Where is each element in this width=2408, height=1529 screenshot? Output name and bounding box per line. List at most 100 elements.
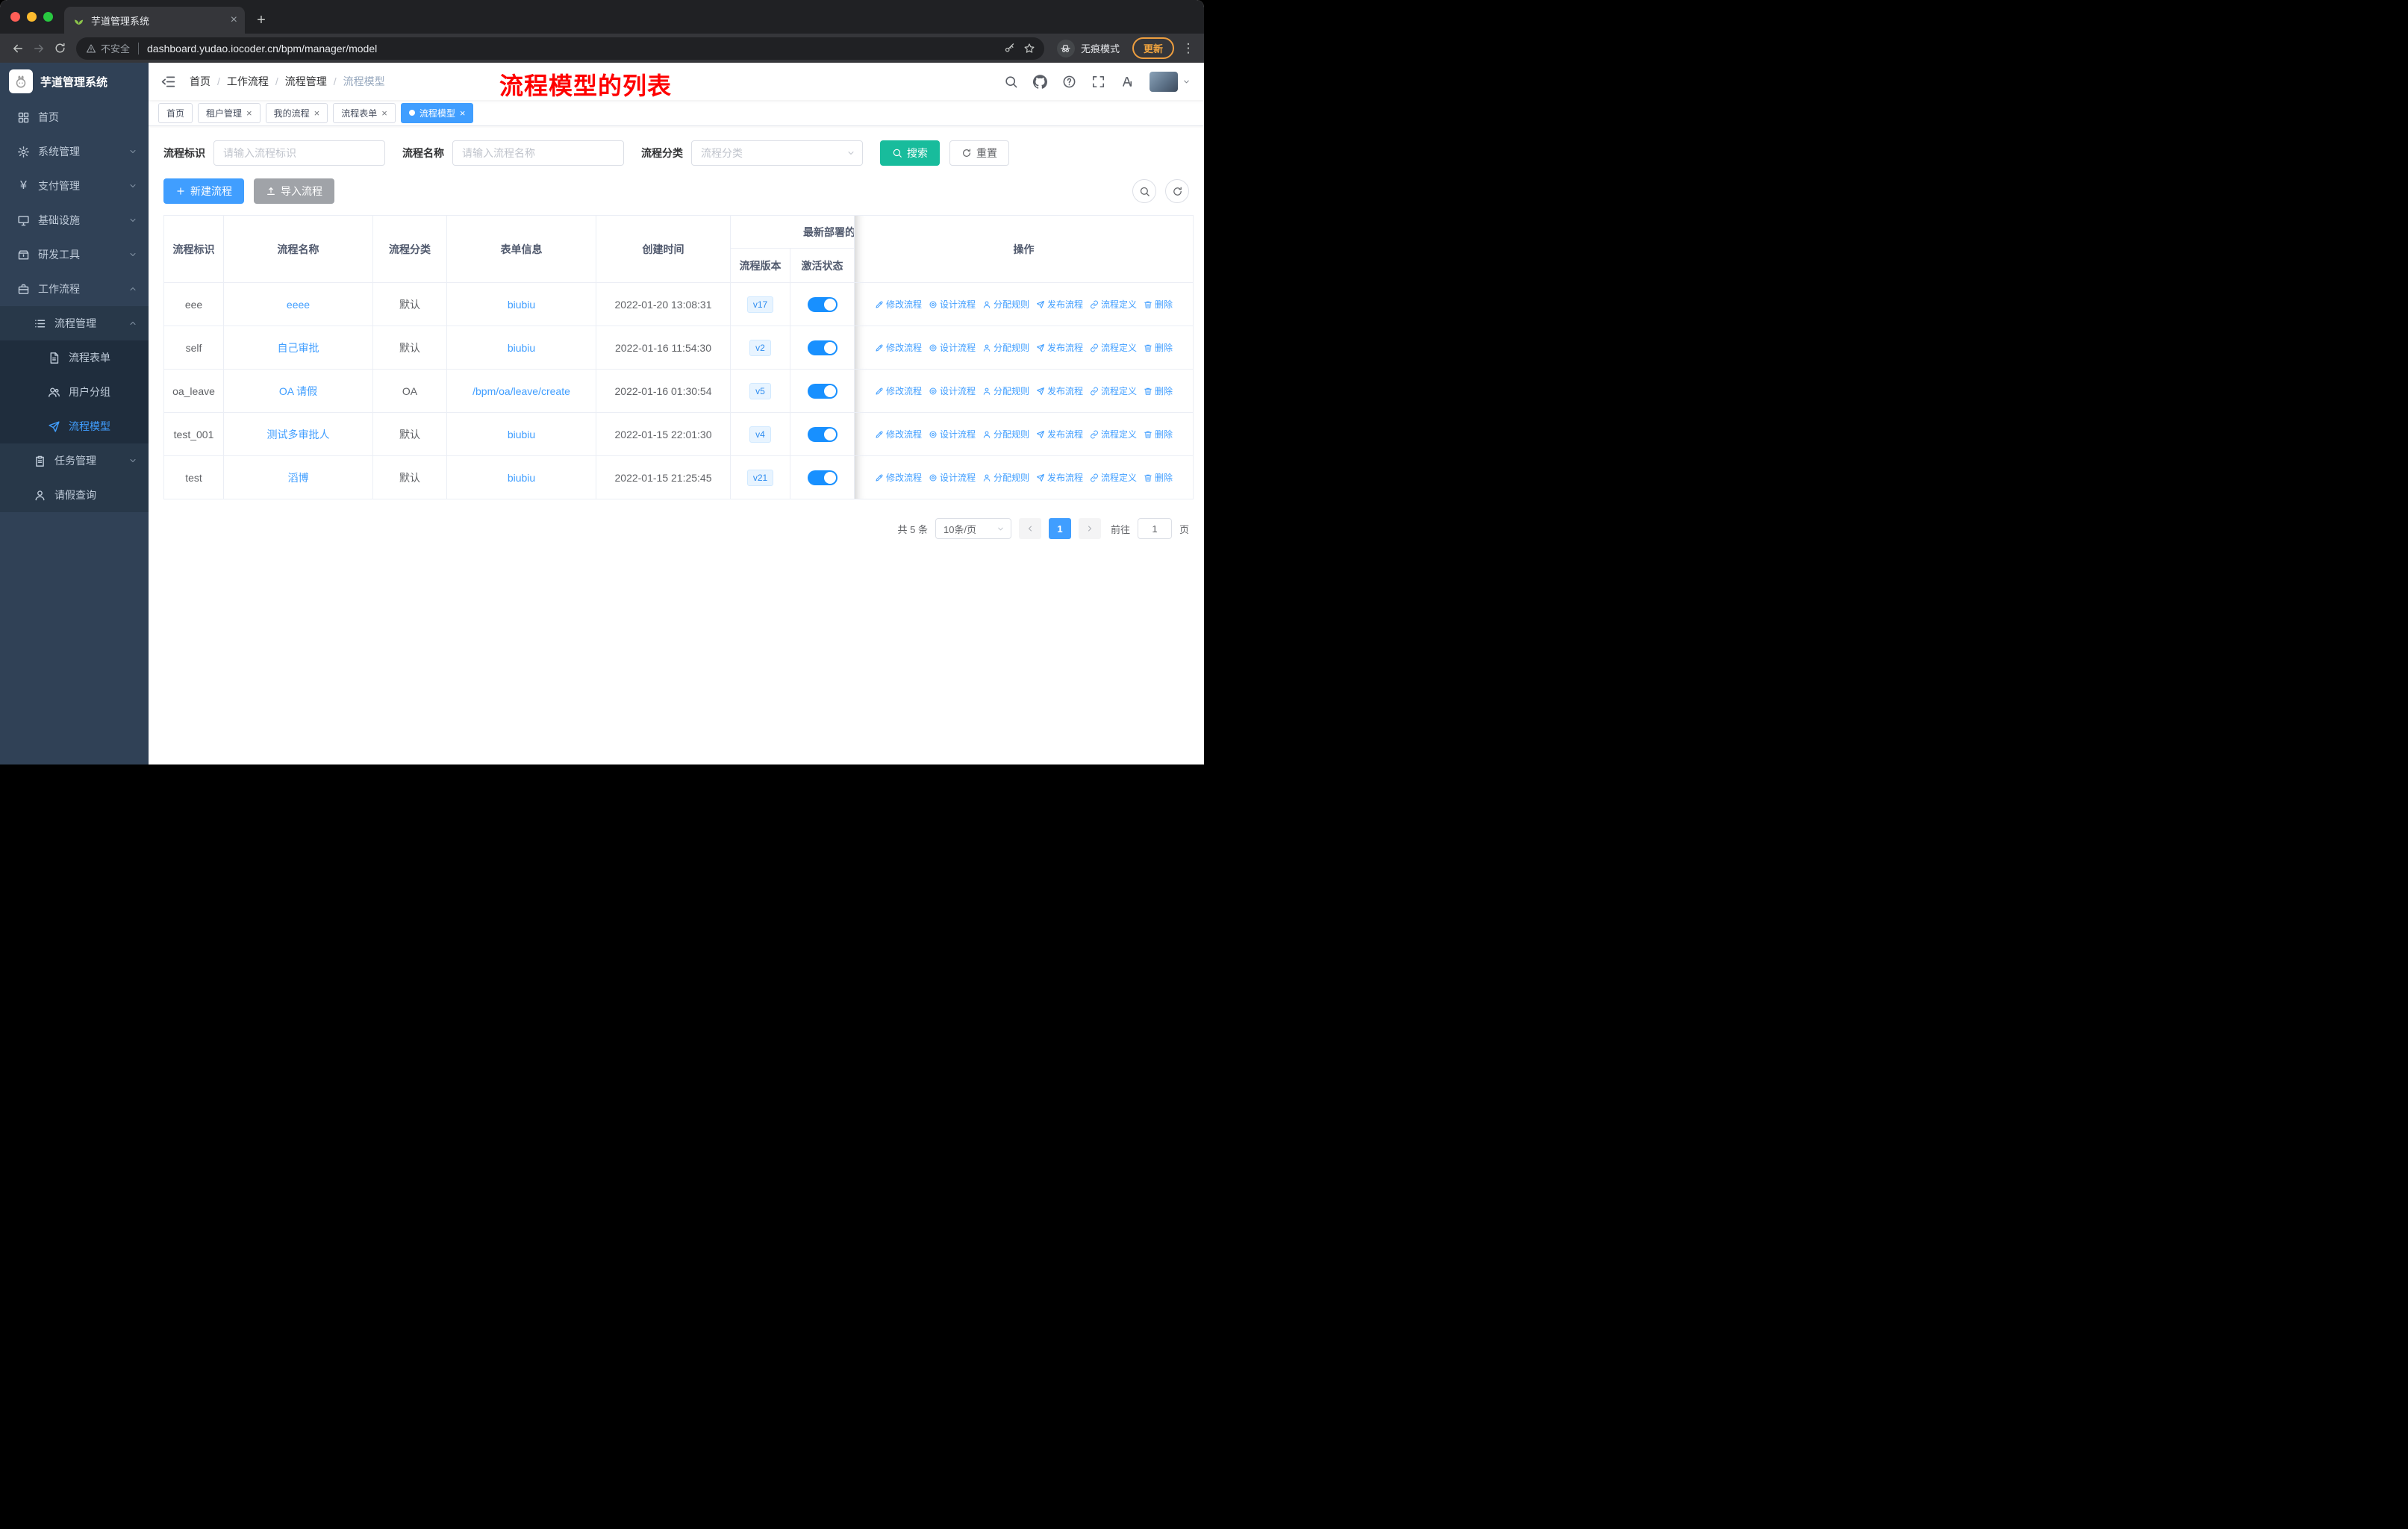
tab-close-icon[interactable]: × — [231, 14, 237, 26]
bookmark-star-icon[interactable] — [1020, 38, 1040, 58]
tag-my-process[interactable]: 我的流程 × — [265, 102, 328, 123]
tag-home[interactable]: 首页 — [158, 102, 193, 123]
new-tab-button[interactable]: + — [251, 10, 272, 31]
modify-process-link[interactable]: 修改流程 — [875, 384, 922, 397]
breadcrumb-item[interactable]: 工作流程 — [227, 74, 269, 89]
key-icon[interactable] — [999, 38, 1020, 58]
sidebar-item-task-mgmt[interactable]: 任务管理 — [0, 443, 149, 478]
prev-page-button[interactable] — [1018, 518, 1041, 539]
form-info-link[interactable]: biubiu — [508, 472, 535, 484]
page-size-select[interactable]: 10条/页 — [935, 518, 1011, 539]
sidebar-item-user-group[interactable]: 用户分组 — [0, 375, 149, 409]
back-button[interactable] — [7, 38, 28, 59]
version-badge[interactable]: v5 — [749, 382, 771, 399]
import-process-button[interactable]: 导入流程 — [254, 178, 334, 204]
active-toggle[interactable] — [807, 470, 838, 485]
process-name-link[interactable]: 自己审批 — [278, 342, 319, 354]
browser-tab[interactable]: 芋道管理系统 × — [64, 7, 245, 34]
modify-process-link[interactable]: 修改流程 — [875, 298, 922, 311]
process-name-link[interactable]: OA 请假 — [279, 385, 317, 397]
breadcrumb-item[interactable]: 流程管理 — [285, 74, 327, 89]
version-badge[interactable]: v2 — [749, 339, 771, 356]
process-id-input[interactable] — [213, 140, 385, 166]
process-definition-link[interactable]: 流程定义 — [1090, 471, 1137, 484]
incognito-badge[interactable]: 无痕模式 — [1056, 39, 1120, 57]
sidebar-item-process-form[interactable]: 流程表单 — [0, 340, 149, 375]
publish-process-link[interactable]: 发布流程 — [1036, 471, 1083, 484]
sidebar-item-leave-query[interactable]: 请假查询 — [0, 478, 149, 512]
category-select[interactable]: 流程分类 — [691, 140, 863, 166]
form-info-link[interactable]: biubiu — [508, 299, 535, 311]
process-definition-link[interactable]: 流程定义 — [1090, 384, 1137, 397]
active-toggle[interactable] — [807, 426, 838, 442]
form-info-link[interactable]: biubiu — [508, 429, 535, 440]
goto-page-input[interactable] — [1137, 518, 1172, 539]
close-icon[interactable]: × — [460, 108, 466, 118]
modify-process-link[interactable]: 修改流程 — [875, 471, 922, 484]
sidebar-toggle-icon[interactable] — [160, 74, 176, 90]
forward-button[interactable] — [28, 38, 49, 59]
design-process-link[interactable]: 设计流程 — [929, 298, 976, 311]
publish-process-link[interactable]: 发布流程 — [1036, 428, 1083, 440]
github-icon[interactable] — [1033, 75, 1047, 89]
create-process-button[interactable]: 新建流程 — [163, 178, 244, 204]
design-process-link[interactable]: 设计流程 — [929, 471, 976, 484]
process-name-link[interactable]: 测试多审批人 — [267, 429, 330, 440]
kebab-menu-icon[interactable]: ⋮ — [1180, 41, 1197, 56]
reload-button[interactable] — [49, 38, 70, 59]
active-toggle[interactable] — [807, 340, 838, 355]
minimize-window-button[interactable] — [27, 12, 37, 22]
process-definition-link[interactable]: 流程定义 — [1090, 428, 1137, 440]
modify-process-link[interactable]: 修改流程 — [875, 341, 922, 354]
version-badge[interactable]: v17 — [746, 296, 774, 313]
delete-process-link[interactable]: 删除 — [1144, 471, 1173, 484]
tag-process-form[interactable]: 流程表单 × — [333, 102, 396, 123]
help-icon[interactable] — [1062, 75, 1076, 89]
show-search-button[interactable] — [1132, 179, 1156, 203]
process-definition-link[interactable]: 流程定义 — [1090, 298, 1137, 311]
assign-rule-link[interactable]: 分配规则 — [982, 471, 1029, 484]
assign-rule-link[interactable]: 分配规则 — [982, 428, 1029, 440]
design-process-link[interactable]: 设计流程 — [929, 341, 976, 354]
search-icon[interactable] — [1004, 75, 1018, 89]
design-process-link[interactable]: 设计流程 — [929, 384, 976, 397]
reset-button[interactable]: 重置 — [949, 140, 1009, 166]
close-icon[interactable]: × — [246, 108, 252, 118]
close-icon[interactable]: × — [314, 108, 320, 118]
sidebar-item-system[interactable]: 系统管理 — [0, 134, 149, 169]
delete-process-link[interactable]: 删除 — [1144, 384, 1173, 397]
active-toggle[interactable] — [807, 296, 838, 312]
close-window-button[interactable] — [10, 12, 20, 22]
sidebar-item-payment[interactable]: ¥ 支付管理 — [0, 169, 149, 203]
process-name-link[interactable]: 滔博 — [288, 472, 309, 484]
url-text[interactable]: dashboard.yudao.iocoder.cn/bpm/manager/m… — [147, 43, 999, 55]
search-button[interactable]: 搜索 — [880, 140, 940, 166]
delete-process-link[interactable]: 删除 — [1144, 298, 1173, 311]
browser-update-button[interactable]: 更新 — [1132, 37, 1174, 59]
sidebar-item-workflow[interactable]: 工作流程 — [0, 272, 149, 306]
sidebar-item-infrastructure[interactable]: 基础设施 — [0, 203, 149, 237]
refresh-table-button[interactable] — [1165, 179, 1189, 203]
sidebar-item-process-mgmt[interactable]: 流程管理 — [0, 306, 149, 340]
sidebar-item-devtools[interactable]: 研发工具 — [0, 237, 149, 272]
design-process-link[interactable]: 设计流程 — [929, 428, 976, 440]
sidebar-item-home[interactable]: 首页 — [0, 100, 149, 134]
publish-process-link[interactable]: 发布流程 — [1036, 298, 1083, 311]
tag-process-model-active[interactable]: 流程模型 × — [400, 102, 474, 123]
assign-rule-link[interactable]: 分配规则 — [982, 298, 1029, 311]
modify-process-link[interactable]: 修改流程 — [875, 428, 922, 440]
active-toggle[interactable] — [807, 383, 838, 399]
close-icon[interactable]: × — [381, 108, 387, 118]
version-badge[interactable]: v4 — [749, 426, 771, 443]
maximize-window-button[interactable] — [43, 12, 53, 22]
breadcrumb-item[interactable]: 首页 — [190, 74, 210, 89]
process-name-input[interactable] — [452, 140, 624, 166]
next-page-button[interactable] — [1078, 518, 1101, 539]
form-info-link[interactable]: biubiu — [508, 342, 535, 354]
publish-process-link[interactable]: 发布流程 — [1036, 341, 1083, 354]
assign-rule-link[interactable]: 分配规则 — [982, 384, 1029, 397]
delete-process-link[interactable]: 删除 — [1144, 341, 1173, 354]
security-indicator[interactable]: 不安全 — [86, 41, 130, 55]
current-page-button[interactable]: 1 — [1048, 518, 1071, 539]
form-info-link[interactable]: /bpm/oa/leave/create — [472, 385, 570, 397]
